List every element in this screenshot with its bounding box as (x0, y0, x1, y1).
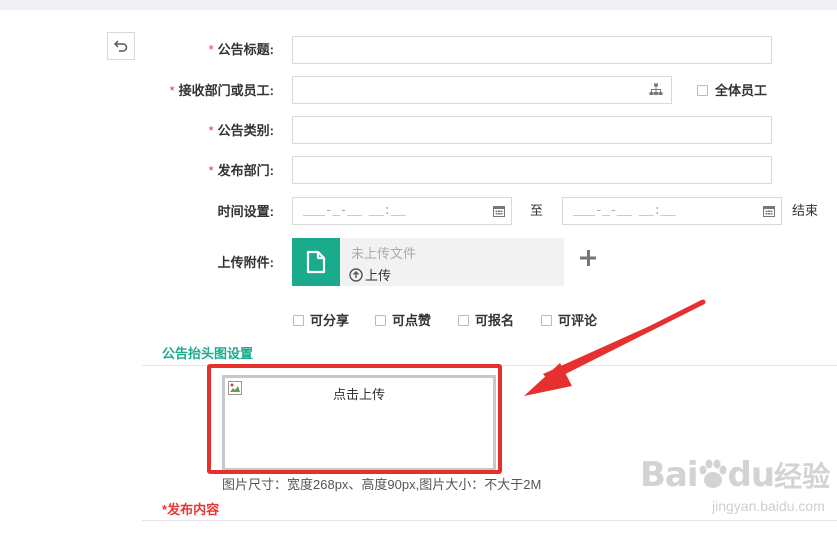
start-time-placeholder: ___-_-__ __:__ (303, 203, 406, 218)
header-image-upload[interactable]: 点击上传 (222, 375, 496, 471)
publish-dept-label-text: 发布部门: (217, 163, 274, 178)
watermark-url: jingyan.baidu.com (712, 498, 825, 514)
section-divider (142, 520, 837, 521)
category-label-text: 公告类别: (217, 123, 274, 138)
title-label-text: 公告标题: (217, 42, 274, 57)
receiver-label: * 接收部门或员工: (130, 81, 274, 101)
option-label-share: 可分享 (310, 313, 350, 328)
required-mark: * (208, 123, 214, 138)
section-divider (142, 365, 837, 366)
upload-click-text: 点击上传 (332, 387, 385, 402)
watermark-brand: Bai (640, 455, 699, 495)
attach-upload-button[interactable]: 上传 (349, 265, 391, 284)
option-checkbox-signup[interactable] (458, 315, 469, 326)
watermark-cn: 经验 (774, 461, 831, 492)
receiver-input[interactable] (292, 76, 672, 104)
option-checkbox-share[interactable] (293, 315, 304, 326)
baidu-watermark: Bai du经验 jingyan.baidu.com (640, 455, 831, 514)
time-end-label: 结束 (792, 203, 819, 218)
header-image-section-title: 公告抬头图设置 (162, 346, 254, 361)
all-staff-label: 全体员工 (715, 83, 768, 98)
upload-icon (349, 267, 363, 282)
publish-dept-input[interactable] (292, 156, 772, 184)
attachment-box: 未上传文件 上传 (292, 238, 564, 286)
attach-label: 上传附件: (217, 255, 274, 270)
option-checkbox-comment[interactable] (541, 315, 552, 326)
time-label: 时间设置: (217, 204, 274, 219)
attach-upload-text: 上传 (365, 268, 392, 283)
category-input[interactable] (292, 116, 772, 144)
watermark-brand2: du (727, 455, 776, 495)
end-time-input[interactable]: ___-_-__ __:__ (562, 197, 782, 225)
required-mark: * (208, 163, 214, 178)
plus-icon[interactable] (578, 248, 598, 268)
top-bar (0, 0, 837, 10)
undo-icon (114, 40, 128, 52)
back-button[interactable] (107, 32, 135, 60)
required-mark: * (169, 83, 175, 98)
attach-status: 未上传文件 (351, 246, 417, 261)
title-label: * 公告标题: (150, 40, 274, 60)
option-label-like: 可点赞 (392, 313, 432, 328)
title-input[interactable] (292, 36, 772, 64)
receiver-label-text: 接收部门或员工: (178, 83, 274, 98)
org-tree-icon[interactable] (649, 83, 663, 97)
start-time-input[interactable]: ___-_-__ __:__ (292, 197, 512, 225)
all-staff-checkbox[interactable] (697, 85, 708, 96)
image-size-hint: 图片尺寸：宽度268px、高度90px,图片大小：不大于2M (222, 477, 542, 492)
option-checkbox-like[interactable] (375, 315, 386, 326)
file-icon (292, 238, 340, 286)
category-label: * 公告类别: (150, 121, 274, 141)
end-time-placeholder: ___-_-__ __:__ (573, 203, 676, 218)
content-section-title-text: 发布内容 (167, 502, 220, 517)
required-mark: * (208, 42, 214, 57)
paw-icon (699, 459, 727, 488)
option-label-comment: 可评论 (558, 313, 598, 328)
time-to-text: 至 (530, 203, 544, 218)
content-section-title: *发布内容 (162, 499, 219, 518)
calendar-icon[interactable] (493, 205, 505, 217)
calendar-icon[interactable] (763, 205, 775, 217)
option-label-signup: 可报名 (475, 313, 515, 328)
publish-dept-label: * 发布部门: (150, 161, 274, 181)
